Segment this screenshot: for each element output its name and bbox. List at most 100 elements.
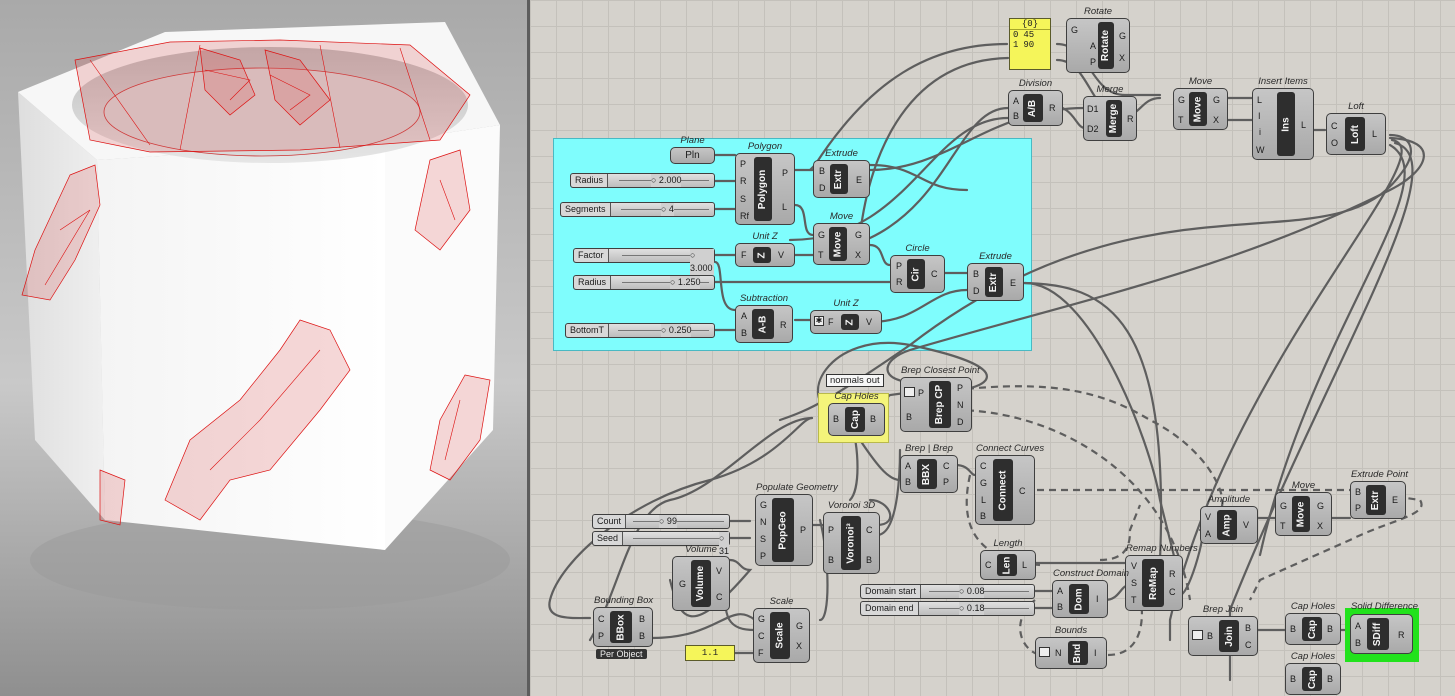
input-pin[interactable]: P [918, 388, 924, 398]
output-pin[interactable]: X [1119, 53, 1125, 63]
plane-param[interactable]: Plane Pln [670, 135, 715, 164]
output-pin[interactable]: N [957, 400, 964, 410]
subtraction-component[interactable]: Subtraction A B A-B R [735, 293, 793, 343]
input-pin[interactable]: B [819, 166, 825, 176]
input-pin[interactable]: Rf [740, 211, 749, 221]
input-pin[interactable]: N [1055, 648, 1062, 658]
rotate-angle-panel[interactable]: {0} 0 45 1 90 [1009, 18, 1051, 70]
input-pin[interactable]: B [906, 412, 912, 422]
input-pin[interactable]: R [896, 277, 903, 287]
input-pin[interactable]: V [1131, 561, 1137, 571]
output-pin[interactable]: G [1119, 31, 1126, 41]
input-pin[interactable]: i [1259, 127, 1261, 137]
input-pin[interactable]: T [818, 250, 824, 260]
division-component[interactable]: Division A B A/B R [1008, 78, 1063, 126]
amplitude-component[interactable]: Amplitude V A Amp V [1200, 494, 1258, 544]
input-pin[interactable]: A [1355, 621, 1361, 631]
input-pin[interactable]: B [980, 511, 986, 521]
output-pin[interactable]: I [1096, 594, 1099, 604]
input-pin[interactable]: L [981, 495, 986, 505]
output-pin[interactable]: X [796, 641, 802, 651]
move-component[interactable]: Move G T Move G X [813, 211, 870, 265]
output-pin[interactable]: C [866, 525, 873, 535]
output-pin[interactable]: E [856, 175, 862, 185]
merge-component[interactable]: Merge D1 D2 Merge R [1083, 84, 1137, 141]
output-pin[interactable]: I [1094, 648, 1097, 658]
domain-end-slider[interactable]: Domain end ○ 0.18 [860, 601, 1035, 616]
output-pin[interactable]: L [1372, 129, 1377, 139]
input-pin[interactable]: B [1355, 487, 1361, 497]
input-pin[interactable]: V [1205, 512, 1211, 522]
input-pin[interactable]: D [819, 183, 826, 193]
input-pin[interactable]: A [1013, 96, 1019, 106]
input-pin[interactable]: S [760, 534, 766, 544]
move-component[interactable]: Move G T Move G X [1275, 480, 1332, 536]
input-pin[interactable]: P [1090, 57, 1096, 67]
input-pin[interactable]: B [1013, 111, 1019, 121]
grasshopper-canvas[interactable]: {0} 0 45 1 90 Rotate G A P Rotate G X Divi… [530, 0, 1455, 696]
bounding-box-component[interactable]: Bounding Box C P BBox B B [593, 595, 653, 647]
solid-difference-component[interactable]: Solid Difference A B SDiff R [1350, 601, 1418, 654]
input-pin[interactable]: B [828, 555, 834, 565]
output-pin[interactable]: C [1245, 640, 1252, 650]
input-pin[interactable]: G [818, 230, 825, 240]
input-pin[interactable]: G [1280, 501, 1287, 511]
input-pin[interactable]: B [973, 269, 979, 279]
input-pin[interactable]: P [760, 551, 766, 561]
output-pin[interactable]: P [800, 525, 806, 535]
input-pin[interactable]: C [758, 631, 765, 641]
output-pin[interactable]: G [1317, 501, 1324, 511]
output-pin[interactable]: P [943, 477, 949, 487]
output-pin[interactable]: B [870, 414, 876, 424]
input-pin[interactable]: B [741, 328, 747, 338]
output-pin[interactable]: L [1301, 120, 1306, 130]
volume-component[interactable]: Volume G Volume V C [672, 544, 730, 611]
output-pin[interactable]: B [1245, 623, 1251, 633]
input-pin[interactable]: W [1256, 145, 1265, 155]
output-pin[interactable]: V [1243, 520, 1249, 530]
output-pin[interactable]: D [957, 417, 964, 427]
output-pin[interactable]: C [1169, 587, 1176, 597]
output-pin[interactable]: B [1327, 674, 1333, 684]
input-pin[interactable]: A [1057, 586, 1063, 596]
bounds-component[interactable]: Bounds N Bnd I [1035, 625, 1107, 669]
unit-z-component[interactable]: Unit Z F Z V [735, 231, 795, 267]
input-pin[interactable]: O [1331, 138, 1338, 148]
input-pin[interactable]: S [1131, 578, 1137, 588]
polygon-component[interactable]: Polygon P R S Rf Polygon P L [735, 141, 795, 225]
output-pin[interactable]: G [1213, 95, 1220, 105]
input-pin[interactable]: G [758, 614, 765, 624]
output-pin[interactable]: C [931, 269, 938, 279]
radius-slider[interactable]: Radius ○ 1.250 [573, 275, 715, 290]
input-pin[interactable]: C [1331, 121, 1338, 131]
output-pin[interactable]: C [943, 461, 950, 471]
output-pin[interactable]: V [716, 566, 722, 576]
input-pin[interactable]: G [1178, 95, 1185, 105]
input-pin[interactable]: P [598, 631, 604, 641]
output-pin[interactable]: C [716, 592, 723, 602]
brep-join-component[interactable]: Brep Join B Join B C [1188, 604, 1258, 656]
input-pin[interactable]: F [758, 648, 764, 658]
input-pin[interactable]: A [905, 461, 911, 471]
count-slider[interactable]: Count ○ 99 [592, 514, 730, 529]
scale-component[interactable]: Scale G C F Scale G X [753, 596, 810, 663]
output-pin[interactable]: V [866, 317, 872, 327]
input-pin[interactable]: F [741, 250, 747, 260]
output-pin[interactable]: E [1392, 495, 1398, 505]
input-pin[interactable]: D [973, 286, 980, 296]
input-pin[interactable]: T [1178, 115, 1184, 125]
brep-closest-point-component[interactable]: Brep Closest Point P B Brep CP P N D [900, 365, 980, 432]
move-component[interactable]: Move G T Move G X [1173, 76, 1228, 130]
voronoi-3d-component[interactable]: Voronoi 3D P B Voronoi³ C B [823, 500, 880, 574]
domain-start-slider[interactable]: Domain start ○ 0.08 [860, 584, 1035, 599]
rotate-component[interactable]: Rotate G A P Rotate G X [1066, 6, 1130, 73]
output-pin[interactable]: L [782, 202, 787, 212]
loft-component[interactable]: Loft C O Loft L [1326, 101, 1386, 155]
output-pin[interactable]: L [1022, 560, 1027, 570]
input-pin[interactable]: B [1290, 674, 1296, 684]
output-pin[interactable]: G [796, 621, 803, 631]
length-component[interactable]: Length C Len L [980, 538, 1036, 580]
output-pin[interactable]: P [957, 383, 963, 393]
output-pin[interactable]: R [1169, 569, 1176, 579]
brep-brep-component[interactable]: Brep | Brep A B BBX C P [900, 443, 958, 493]
